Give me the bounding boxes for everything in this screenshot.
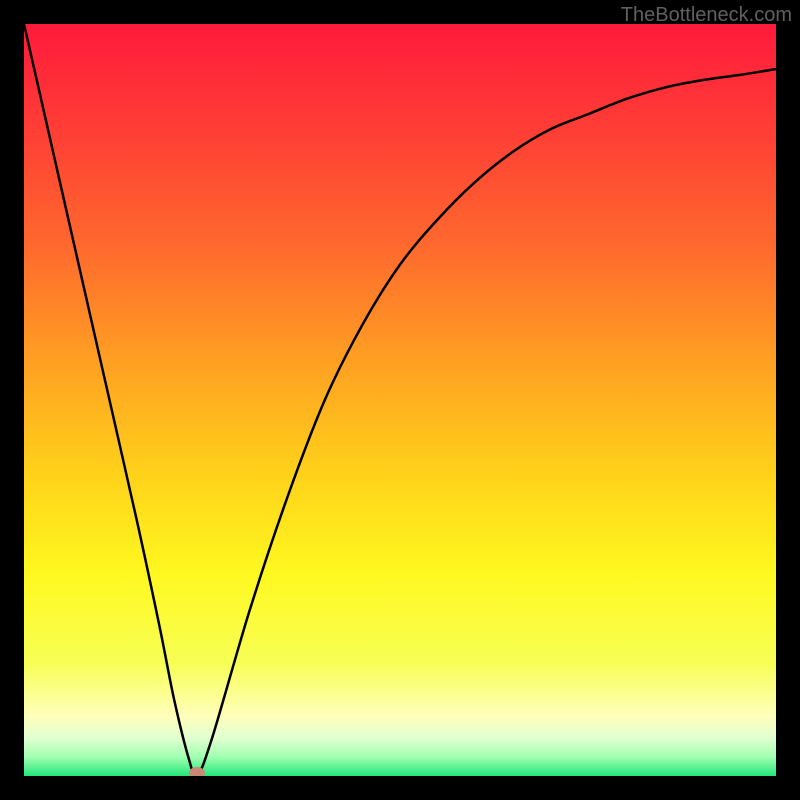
chart-background xyxy=(24,24,776,776)
watermark-text: TheBottleneck.com xyxy=(621,4,792,27)
chart-svg xyxy=(24,24,776,776)
bottleneck-chart xyxy=(24,24,776,776)
